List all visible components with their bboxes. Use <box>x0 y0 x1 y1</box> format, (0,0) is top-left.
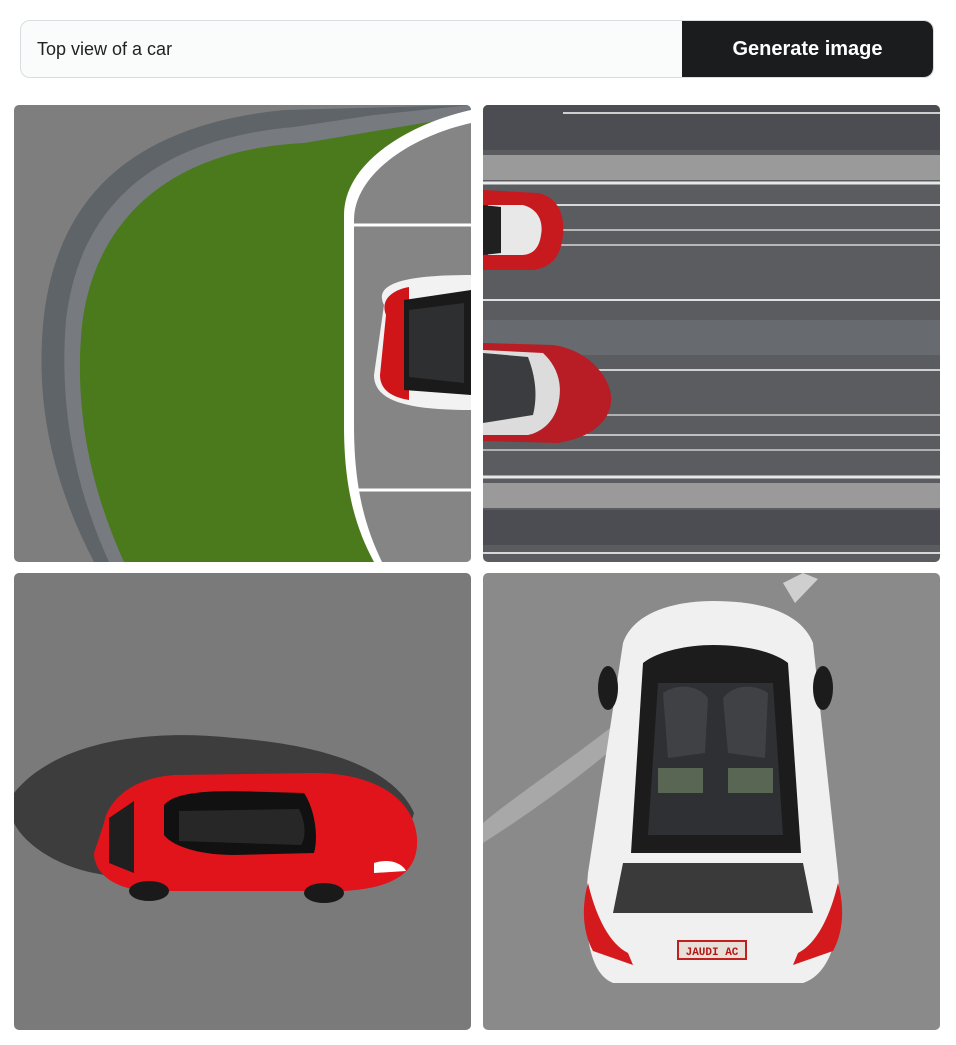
car-image-red-sports <box>14 573 471 1030</box>
car-image-curb <box>14 105 471 562</box>
white-convertible-car: JAUDI AC <box>583 601 843 983</box>
red-car-top <box>483 190 564 270</box>
car-image-road <box>483 105 940 562</box>
generate-image-button[interactable]: Generate image <box>682 21 933 77</box>
red-white-car <box>374 275 471 410</box>
result-image-2[interactable] <box>483 105 940 562</box>
car-image-white-convertible: JAUDI AC <box>483 573 940 1030</box>
prompt-input[interactable] <box>21 21 682 77</box>
red-sports-car <box>94 773 418 903</box>
result-image-1[interactable] <box>14 105 471 562</box>
prompt-bar: Generate image <box>20 20 934 78</box>
result-image-4[interactable]: JAUDI AC <box>483 573 940 1030</box>
license-plate-text: JAUDI AC <box>686 947 739 959</box>
result-image-3[interactable] <box>14 573 471 1030</box>
